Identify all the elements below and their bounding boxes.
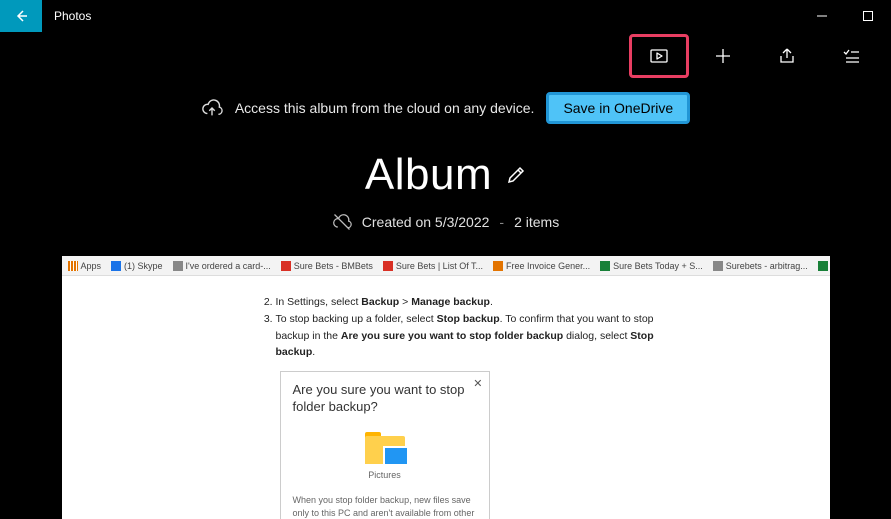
cloud-upload-icon [201, 97, 223, 119]
cloud-banner-text: Access this album from the cloud on any … [235, 100, 535, 116]
slideshow-icon [649, 46, 669, 66]
cloud-off-icon [332, 212, 352, 232]
plus-icon [714, 47, 732, 65]
window-controls [799, 0, 891, 32]
add-button[interactable] [693, 34, 753, 78]
dialog-close-icon: ✕ [473, 376, 482, 394]
select-mode-button[interactable] [821, 34, 881, 78]
app-title: Photos [54, 9, 91, 23]
doc-step-2: In Settings, select Backup > Manage back… [276, 294, 690, 311]
maximize-button[interactable] [845, 0, 891, 32]
hero-dialog: ✕ Are you sure you want to stop folder b… [280, 371, 490, 519]
titlebar: Photos [0, 0, 891, 32]
maximize-icon [863, 11, 873, 21]
hero-bookmarks-bar: Apps (1) Skype I've ordered a card-... S… [62, 256, 830, 276]
album-meta: Created on 5/3/2022 - 2 items [0, 212, 891, 232]
save-onedrive-button[interactable]: Save in OneDrive [546, 92, 690, 124]
back-arrow-icon [13, 8, 29, 24]
items-count: 2 items [514, 214, 559, 230]
back-button[interactable] [0, 0, 42, 32]
hero-doc-body: In Settings, select Backup > Manage back… [62, 276, 830, 519]
album-title-row: Album [0, 150, 891, 200]
album-title: Album [365, 150, 492, 200]
slideshow-button[interactable] [629, 34, 689, 78]
doc-step-3: To stop backing up a folder, select Stop… [276, 311, 690, 361]
share-button[interactable] [757, 34, 817, 78]
album-hero-image[interactable]: Apps (1) Skype I've ordered a card-... S… [62, 256, 830, 519]
album-toolbar [0, 32, 891, 80]
minimize-icon [817, 11, 827, 21]
dialog-title: Are you sure you want to stop folder bac… [293, 382, 477, 416]
meta-separator: - [499, 214, 504, 230]
share-icon [778, 47, 796, 65]
dialog-desc: When you stop folder backup, new files s… [293, 494, 477, 519]
pictures-folder-icon [365, 432, 405, 464]
minimize-button[interactable] [799, 0, 845, 32]
cloud-banner: Access this album from the cloud on any … [0, 80, 891, 132]
created-label: Created on 5/3/2022 [362, 214, 490, 230]
checklist-icon [842, 47, 860, 65]
dialog-folder-label: Pictures [293, 468, 477, 482]
edit-icon[interactable] [506, 165, 526, 185]
